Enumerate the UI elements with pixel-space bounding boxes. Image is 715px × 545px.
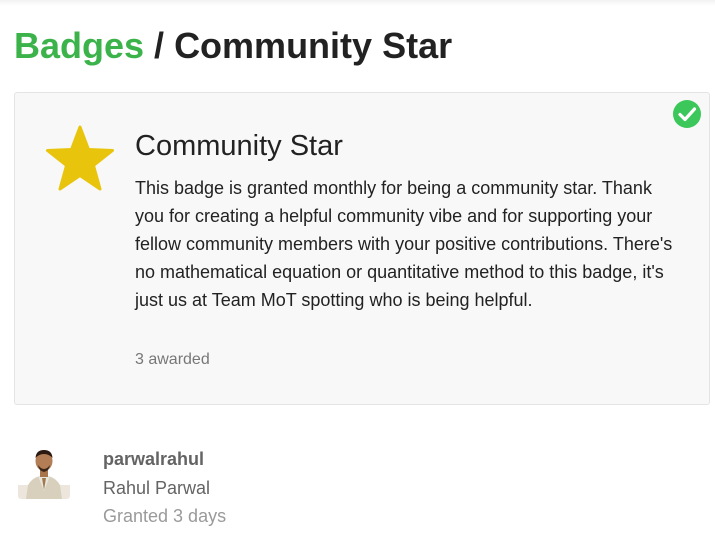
page-title: Badges / Community Star (14, 24, 452, 68)
badge-card: Community Star This badge is granted mon… (14, 92, 710, 405)
award-full-name: Rahul Parwal (103, 478, 211, 498)
star-icon (46, 125, 114, 191)
breadcrumb-badges-link[interactable]: Badges (14, 25, 144, 66)
header-shadow (0, 0, 715, 6)
breadcrumb-separator: / (144, 25, 175, 66)
award-list-item: parwalrahul Rahul Parwal Granted 3 days (14, 440, 710, 540)
breadcrumb-current: Community Star (174, 25, 453, 66)
awarded-count: 3 awarded (135, 351, 210, 368)
badge-description: This badge is granted monthly for being … (135, 178, 673, 310)
badge-title: Community Star (135, 130, 343, 162)
avatar[interactable] (18, 445, 70, 499)
check-circle-icon (673, 100, 701, 128)
award-granted-date: Granted 3 days (103, 506, 227, 526)
award-username[interactable]: parwalrahul (103, 448, 204, 470)
